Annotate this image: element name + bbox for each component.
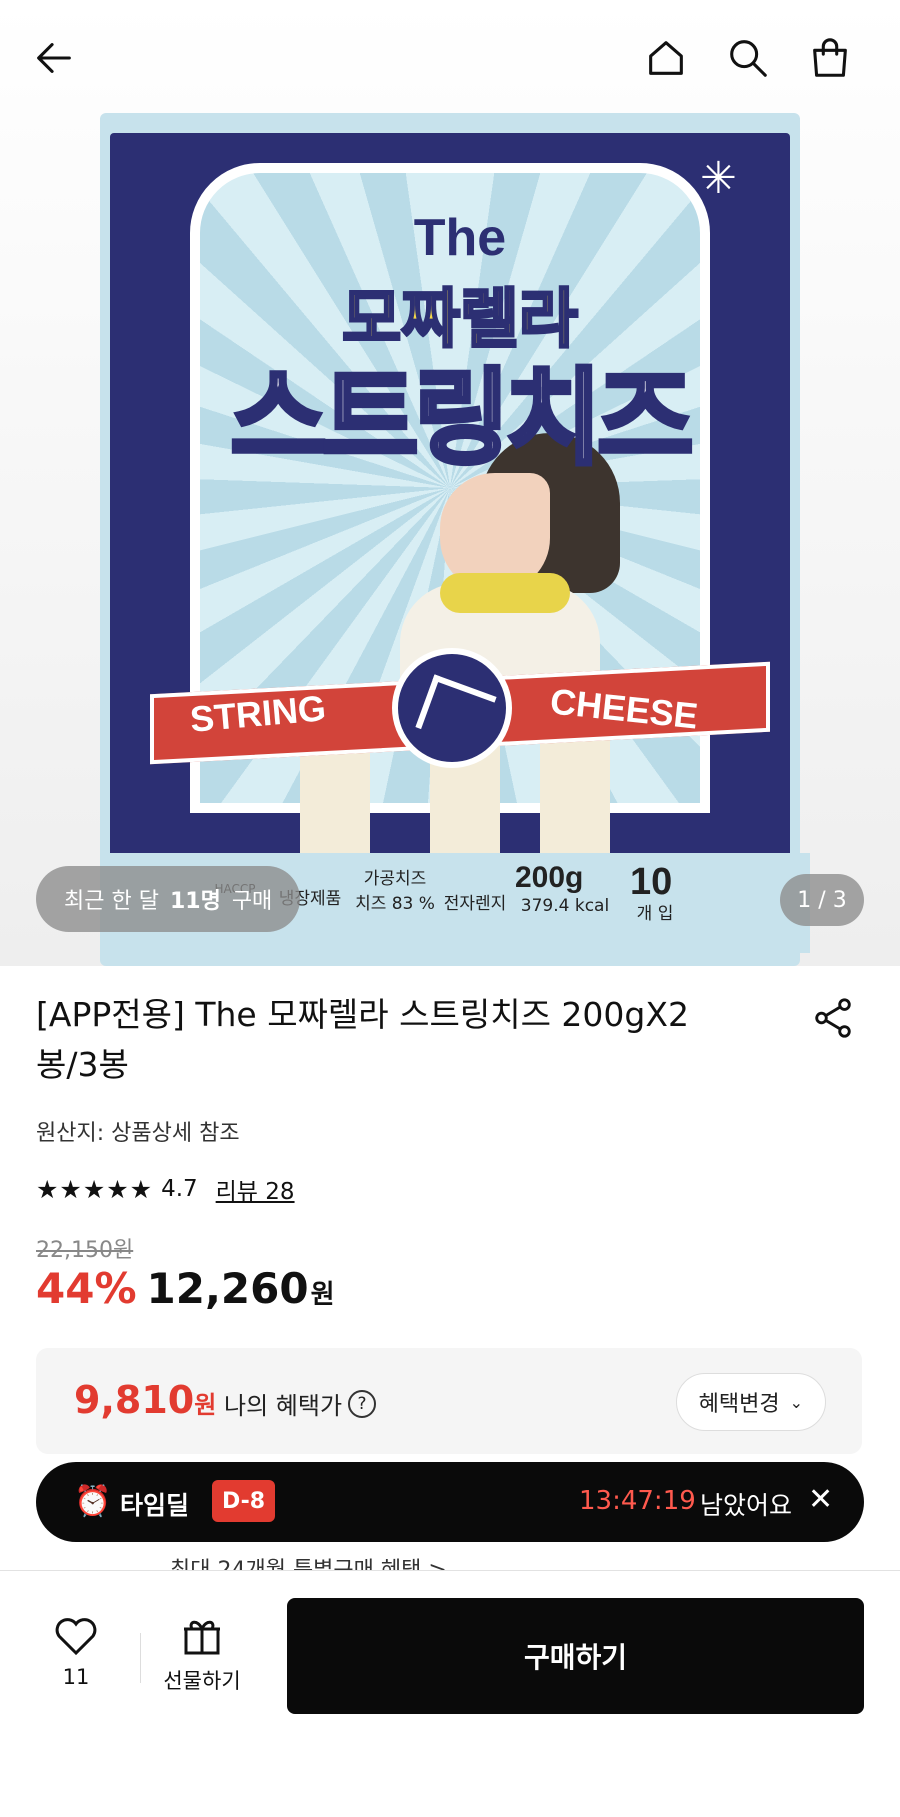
change-benefit-label: 혜택변경	[698, 1392, 780, 1417]
home-icon	[649, 41, 683, 75]
search-icon	[730, 40, 767, 77]
change-benefit-button[interactable]: 혜택변경 ⌄	[675, 1373, 826, 1431]
divider	[140, 1633, 141, 1683]
origin-info: 원산지: 상품상세 참조	[36, 1121, 240, 1146]
image-page-indicator: 1 / 3	[780, 874, 864, 926]
timedeal-countdown: 13:47:19	[579, 1486, 696, 1516]
benefit-label: 나의 혜택가 ?	[224, 1386, 377, 1421]
chevron-down-icon: ⌄	[789, 1392, 803, 1412]
home-button[interactable]	[638, 30, 694, 86]
benefit-label-text: 나의 혜택가	[224, 1392, 343, 1420]
gift-icon	[184, 1620, 220, 1655]
buy-button[interactable]: 구매하기	[287, 1598, 864, 1714]
shopping-bag-icon	[813, 38, 847, 77]
rating-stars-icon: ★★★★★	[36, 1174, 154, 1204]
package-microwave: 전자렌지	[443, 894, 507, 914]
package-count-unit: 개 입	[636, 904, 674, 924]
package-text-the: The	[413, 209, 507, 267]
like-count: 11	[62, 1665, 90, 1689]
gift-label: 선물하기	[163, 1669, 241, 1693]
review-link[interactable]: 리뷰 28	[216, 1172, 295, 1206]
heart-icon	[55, 1618, 97, 1656]
question-circle-icon[interactable]: ?	[348, 1389, 377, 1418]
benefit-price-box: 9,810원 나의 혜택가 ? 혜택변경 ⌄	[36, 1348, 862, 1454]
like-button[interactable]: 11	[36, 1613, 116, 1689]
discount-rate: 44%	[36, 1264, 137, 1313]
timedeal-banner[interactable]: ⏰ 타임딜 D-8 13:47:19 남았어요 ✕	[36, 1462, 864, 1542]
package-text-string-cheese: 스트링치즈	[228, 355, 695, 482]
package-weight: 200g	[515, 861, 584, 894]
benefit-price-value: 9,810	[74, 1378, 195, 1422]
share-button[interactable]	[810, 995, 862, 1047]
package-cheese-pct: 치즈 83 %	[355, 894, 435, 914]
cart-button[interactable]	[802, 30, 858, 86]
product-title: [APP전용] The 모짜렐라 스트링치즈 200gX2봉/3봉	[36, 995, 689, 1084]
sale-price: 12,260	[146, 1264, 309, 1313]
product-image-carousel[interactable]: ✳ STRING CHEESE The 모짜렐라 스트링치즈 HACCP 냉장제…	[0, 0, 900, 966]
price-row: 44% 12,260 원	[36, 1264, 335, 1313]
alarm-clock-icon: ⏰	[74, 1484, 112, 1519]
recent-prefix: 최근 한 달	[64, 889, 159, 914]
rating-row: ★★★★★ 4.7 리뷰 28	[36, 1172, 295, 1206]
price-unit: 원	[310, 1280, 335, 1310]
top-navigation-bar	[0, 0, 900, 115]
bottom-action-bar: 11 선물하기 구매하기	[0, 1570, 900, 1817]
star-icon: ✳	[700, 153, 737, 204]
recent-count: 11명	[169, 889, 221, 914]
back-button[interactable]	[26, 30, 82, 86]
recent-suffix: 구매	[231, 889, 273, 914]
rating-value: 4.7	[161, 1176, 198, 1202]
recent-purchase-badge: 최근 한 달 11명 구매	[36, 866, 301, 932]
product-image: ✳ STRING CHEESE The 모짜렐라 스트링치즈 HACCP 냉장제…	[100, 113, 810, 966]
search-button[interactable]	[720, 30, 776, 86]
arrow-left-icon	[37, 43, 71, 73]
timedeal-remaining-text: 남았어요	[700, 1491, 793, 1520]
share-icon	[815, 998, 851, 1038]
original-price: 22,150원	[36, 1238, 134, 1263]
timedeal-label: 타임딜	[120, 1491, 190, 1520]
package-kcal: 379.4 kcal	[520, 896, 610, 916]
benefit-price-unit: 원	[194, 1391, 217, 1419]
close-icon[interactable]: ✕	[808, 1482, 833, 1517]
benefit-price: 9,810원	[74, 1378, 216, 1422]
timedeal-dday-badge: D-8	[212, 1480, 276, 1522]
gift-button[interactable]: 선물하기	[150, 1615, 254, 1695]
package-count: 10	[630, 861, 673, 903]
